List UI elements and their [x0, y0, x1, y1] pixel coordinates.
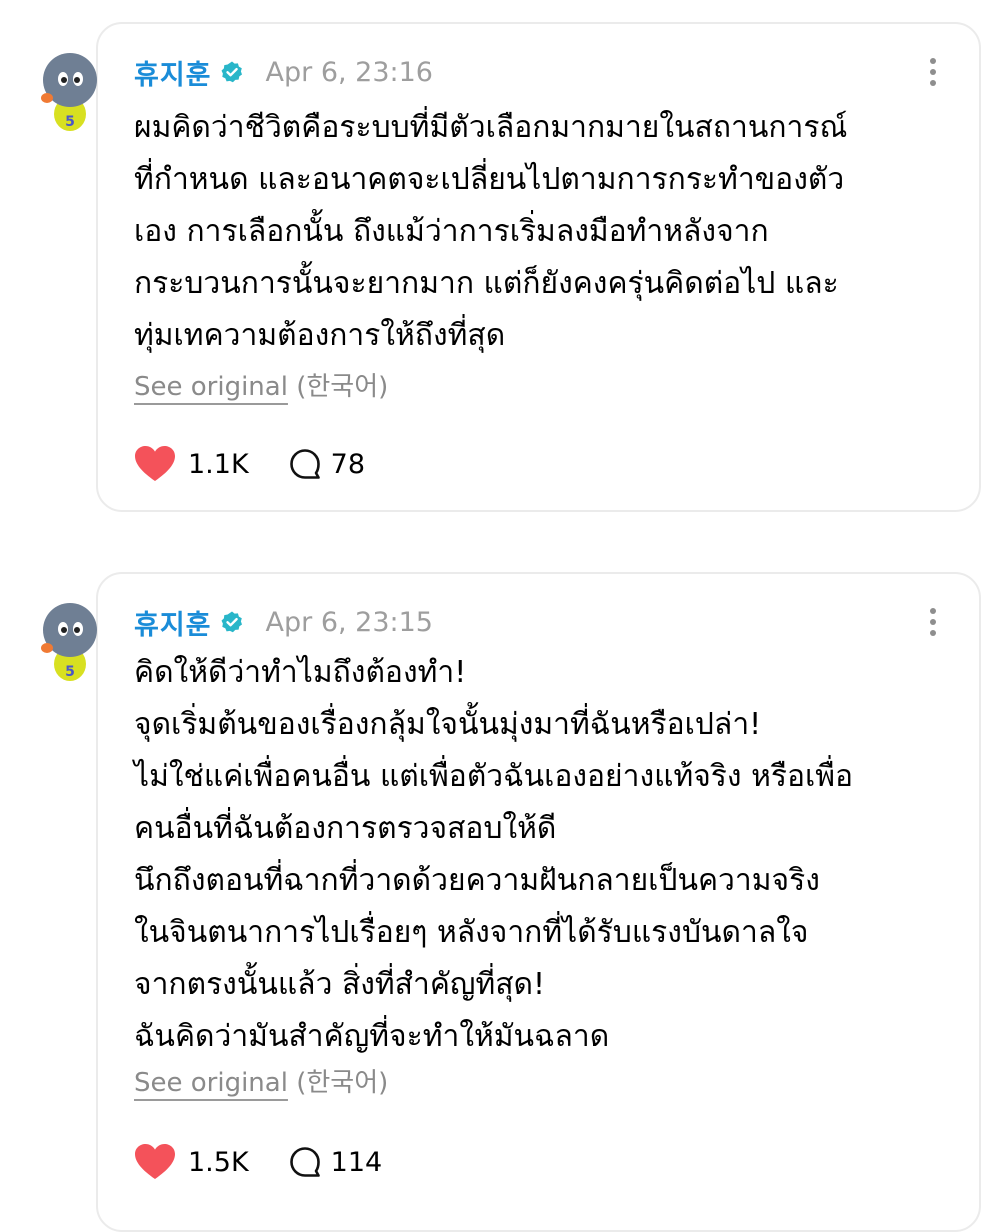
- original-language: (한국어): [296, 372, 389, 402]
- post-card[interactable]: 5 휴지훈 Apr 6, 23:15 คิดให้ดีว่าทำไมถึงต้อ…: [41, 572, 981, 1232]
- avatar[interactable]: 5: [36, 598, 104, 684]
- post-text-line: เอง การเลือกนั้น ถึงแม้ว่าการเริ่มลงมือท…: [134, 214, 769, 249]
- post-header: 휴지훈 Apr 6, 23:16: [134, 52, 943, 92]
- post-text-line: กระบวนการนั้นจะยากมาก แต่ก็ยังคงครุ่นคิด…: [134, 266, 839, 301]
- more-options-icon[interactable]: [923, 602, 943, 642]
- post-body: คิดให้ดีว่าทำไมถึงต้องทำ! จุดเริ่มต้นของ…: [134, 647, 953, 1063]
- post-text-line: ในจินตนาการไปเรื่อยๆ หลังจากที่ได้รับแรง…: [134, 915, 809, 950]
- reply-count: 78: [330, 448, 366, 480]
- see-original-link[interactable]: See original: [134, 1068, 288, 1098]
- post-timestamp: Apr 6, 23:15: [265, 606, 433, 638]
- post-text-line: คิดให้ดีว่าทำไมถึงต้องทำ!: [134, 655, 467, 690]
- post-text-line: ผมคิดว่าชีวิตคือระบบที่มีตัวเลือกมากมายใ…: [134, 110, 848, 145]
- post-text-line: ทุ่มเทความต้องการให้ถึงที่สุด: [134, 318, 506, 353]
- post-card[interactable]: 5 휴지훈 Apr 6, 23:16 ผมคิดว่าชีวิตคือระบบท…: [41, 22, 981, 512]
- reply-button[interactable]: 114: [289, 1146, 383, 1178]
- author-name[interactable]: 휴지훈: [134, 53, 212, 92]
- like-button[interactable]: 1.5K: [134, 1143, 249, 1181]
- translation-note: See original (한국어): [134, 1062, 388, 1099]
- see-original-link[interactable]: See original: [134, 372, 288, 402]
- comment-bubble-icon: [289, 449, 320, 479]
- reply-button[interactable]: 78: [289, 448, 365, 480]
- post-body: ผมคิดว่าชีวิตคือระบบที่มีตัวเลือกมากมายใ…: [134, 102, 953, 362]
- verified-badge-icon: [221, 611, 242, 633]
- post-text-line: นึกถึงตอนที่ฉากที่วาดด้วยความฝันกลายเป็น…: [134, 863, 820, 898]
- heart-icon: [135, 446, 175, 481]
- more-options-icon[interactable]: [923, 52, 943, 92]
- verified-badge-icon: [221, 61, 242, 83]
- like-button[interactable]: 1.1K: [134, 445, 249, 483]
- author-name[interactable]: 휴지훈: [134, 603, 212, 642]
- post-text-line: ไม่ใช่แค่เพื่อคนอื่น แต่เพื่อตัวฉันเองอย…: [134, 759, 854, 794]
- post-actions: 1.5K 114: [134, 1140, 382, 1184]
- like-count: 1.1K: [188, 448, 249, 480]
- heart-icon: [135, 1144, 175, 1179]
- svg-text:5: 5: [65, 664, 75, 680]
- post-text-line: ฉันคิดว่ามันสำคัญที่จะทำให้มันฉลาด: [134, 1019, 610, 1054]
- post-text-line: จากตรงนั้นแล้ว สิ่งที่สำคัญที่สุด!: [134, 967, 546, 1002]
- svg-text:5: 5: [65, 114, 75, 130]
- comment-bubble-icon: [289, 1147, 320, 1177]
- post-header: 휴지훈 Apr 6, 23:15: [134, 602, 943, 642]
- post-timestamp: Apr 6, 23:16: [265, 56, 433, 88]
- reply-count: 114: [330, 1146, 383, 1178]
- post-text-line: คนอื่นที่ฉันต้องการตรวจสอบให้ดี: [134, 811, 557, 846]
- original-language: (한국어): [296, 1068, 389, 1098]
- post-actions: 1.1K 78: [134, 442, 365, 486]
- avatar[interactable]: 5: [36, 48, 104, 134]
- like-count: 1.5K: [188, 1146, 249, 1178]
- post-text-line: จุดเริ่มต้นของเรื่องกลุ้มใจนั้นมุ่งมาที่…: [134, 707, 762, 742]
- post-text-line: ที่กำหนด และอนาคตจะเปลี่ยนไปตามการกระทำข…: [134, 162, 845, 197]
- translation-note: See original (한국어): [134, 366, 388, 403]
